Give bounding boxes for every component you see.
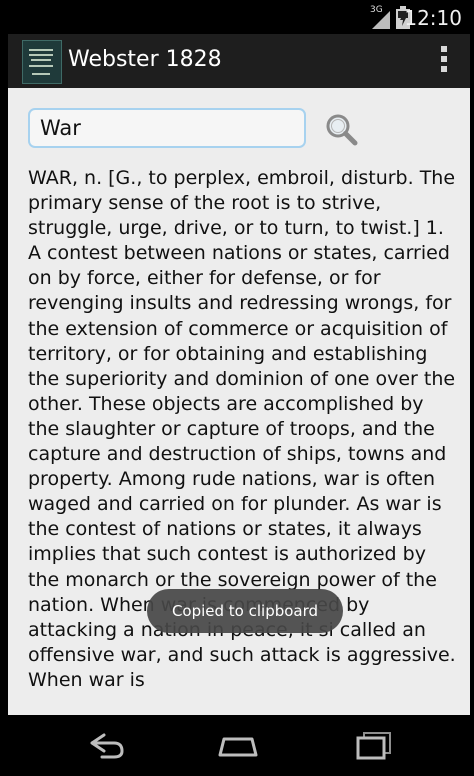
search-input[interactable] (28, 108, 306, 148)
home-icon[interactable] (216, 729, 260, 761)
signal-icon (372, 11, 390, 29)
status-bar: 3G 12:10 (8, 0, 470, 34)
recent-apps-icon[interactable] (352, 729, 396, 761)
clock: 12:10 (404, 6, 462, 30)
magnifier-icon[interactable] (324, 112, 360, 148)
phone-screen: 3G 12:10 Webster 1828 War WAR, n. [G., t… (8, 0, 470, 776)
overflow-menu-icon[interactable] (440, 46, 448, 76)
toast-message: Copied to clipboard (147, 589, 343, 633)
app-book-icon[interactable] (22, 40, 62, 84)
back-icon[interactable] (82, 729, 126, 761)
navigation-bar (8, 715, 470, 776)
action-bar: Webster 1828 (8, 34, 470, 88)
app-title: Webster 1828 (68, 47, 222, 72)
